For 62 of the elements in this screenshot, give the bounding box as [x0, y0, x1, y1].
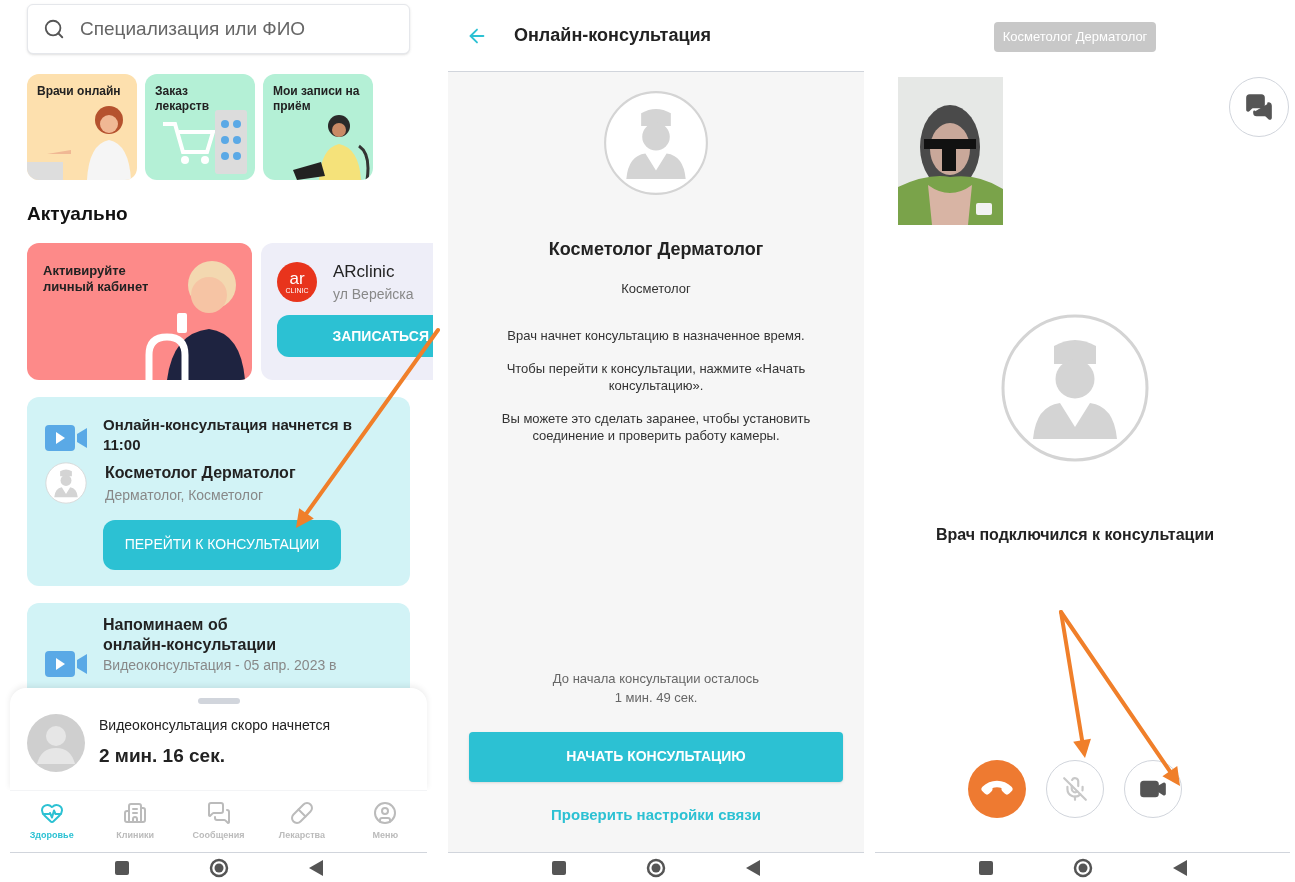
doctor-specialty: Косметолог — [621, 280, 691, 298]
avatar-icon — [27, 714, 85, 772]
reminder-subtitle: Видеоконсультация - 05 апр. 2023 в — [103, 655, 337, 675]
back-triangle-icon[interactable] — [308, 859, 323, 876]
screen-title: Онлайн-консультация — [514, 24, 712, 47]
nav-tab[interactable]: Клиники — [93, 791, 177, 852]
book-button[interactable]: ЗАПИСАТЬСЯ — [277, 315, 433, 357]
reminder-title: Напоминаем об онлайн-консультации — [103, 614, 277, 655]
search-icon — [43, 18, 65, 40]
hang-up-button[interactable] — [968, 760, 1026, 818]
nav-tab[interactable]: Меню — [343, 791, 428, 852]
square-icon[interactable] — [552, 860, 566, 875]
square-icon[interactable] — [114, 860, 129, 875]
call-status: Врач подключился к консультации — [934, 524, 1216, 545]
shortcut-tile[interactable]: Врачи онлайн — [27, 74, 137, 180]
tile-label: Мои записи на приём — [272, 83, 361, 114]
shortcut-tile[interactable]: Заказ лекарств — [145, 74, 255, 180]
back-triangle-icon[interactable] — [1172, 859, 1187, 876]
doctor-specialties: Дерматолог, Косметолог — [105, 485, 265, 505]
chat-icon — [1245, 92, 1273, 121]
nav-icon — [206, 800, 231, 825]
doctor-name: Косметолог Дерматолог — [548, 238, 764, 261]
nav-icon — [373, 800, 398, 825]
nav-icon — [289, 800, 314, 825]
video-camera-icon — [45, 650, 87, 677]
info-paragraph: Вы можете это сделать заранее, чтобы установить соединение и проверить работу камеры. — [500, 409, 812, 444]
start-consultation-button[interactable]: НАЧАТЬ КОНСУЛЬТАЦИЮ — [469, 731, 843, 782]
doctor-avatar-icon — [45, 462, 87, 504]
sheet-countdown: 2 мин. 16 сек. — [99, 744, 226, 769]
nav-tab[interactable]: Здоровье — [10, 791, 94, 852]
video-camera-icon — [45, 424, 87, 451]
check-connection-link[interactable]: Проверить настройки связи — [551, 803, 761, 826]
promo-title: Активируйте личный кабинет — [42, 261, 150, 295]
tile-label: Врачи онлайн — [36, 83, 122, 99]
go-to-consultation-button[interactable]: ПЕРЕЙТИ К КОНСУЛЬТАЦИИ — [103, 519, 341, 570]
search-field[interactable]: Специализация или ФИО — [27, 4, 410, 54]
back-triangle-icon[interactable] — [746, 859, 760, 876]
bottom-sheet[interactable]: Видеоконсультация скоро начнется 2 мин. 16 сек. — [10, 688, 427, 790]
home-circle-icon[interactable] — [208, 857, 229, 878]
clinic-name: ARclinic — [333, 260, 396, 283]
square-icon[interactable] — [978, 860, 993, 875]
clinic-address: ул Верейска — [333, 285, 414, 304]
info-paragraph: Чтобы перейти к консультации, нажмите «Начать консультацию». — [505, 359, 807, 394]
nav-icon — [123, 800, 148, 825]
home-circle-icon[interactable] — [646, 857, 666, 878]
tile-label: Заказ лекарств — [154, 83, 211, 114]
doctor-name: Косметолог Дерматолог — [105, 462, 296, 483]
nav-tab[interactable]: Сообщения — [176, 791, 261, 852]
countdown-label: До начала консультации осталось — [552, 669, 760, 688]
drag-handle[interactable] — [197, 698, 240, 704]
info-paragraph: Врач начнет консультацию в назначенное время. — [506, 326, 806, 344]
microphone-off-icon — [1062, 776, 1088, 802]
doctor-avatar-icon — [603, 90, 709, 196]
nav-tab[interactable]: Лекарства — [260, 791, 344, 852]
section-title: Актуально — [27, 202, 129, 226]
shortcut-tile[interactable]: Мои записи на приём — [263, 74, 373, 180]
home-circle-icon[interactable] — [1072, 857, 1093, 878]
promo-banner[interactable]: Активируйте личный кабинет — [27, 242, 252, 380]
sheet-title: Видеоконсультация скоро начнется — [99, 716, 331, 736]
appointment-title: Онлайн-консультация начнется в 11:00 — [103, 414, 353, 455]
doctor-silhouette-icon — [1000, 312, 1150, 463]
countdown-value: 1 мин. 49 сек. — [614, 689, 698, 707]
